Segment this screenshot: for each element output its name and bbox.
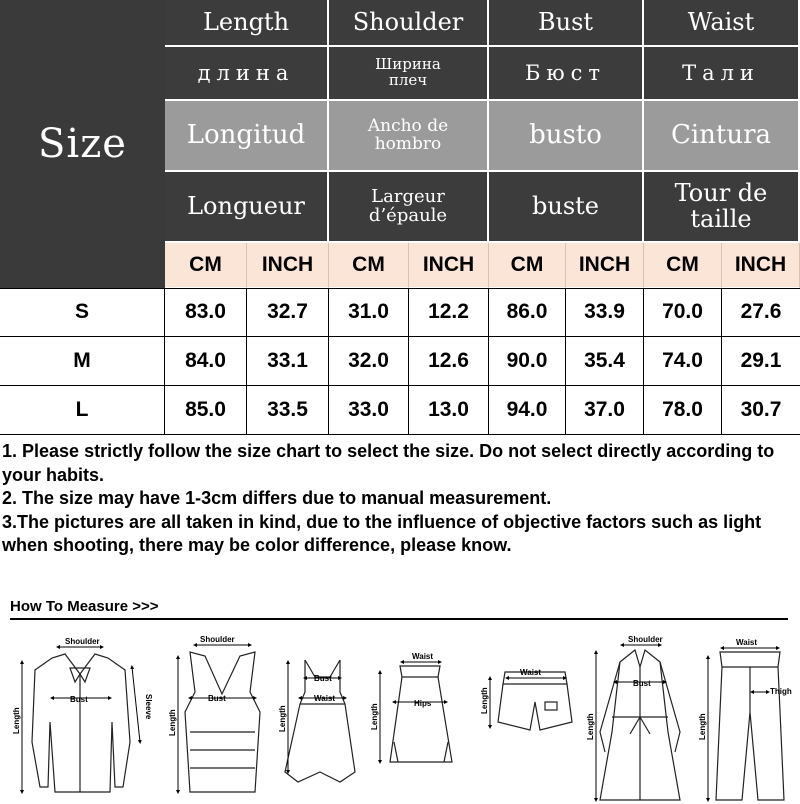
header-cell: Longueur: [165, 172, 329, 243]
shoulder-label-6: Shoulder: [628, 635, 663, 644]
size-row-label: S: [0, 288, 165, 337]
sleeve-label: Sleeve: [144, 694, 153, 720]
table-cell: 74.0: [644, 337, 722, 386]
header-cell: busto: [489, 101, 644, 172]
size-header: Size: [0, 0, 165, 288]
note-2: 2. The size may have 1-3cm differs due t…: [2, 488, 552, 508]
unit-cell: INCH: [722, 243, 800, 288]
length-label-7: Length: [698, 713, 707, 740]
table-cell: 29.1: [722, 337, 800, 386]
header-cell: Ancho de hombro: [329, 101, 489, 172]
size-row-label: M: [0, 337, 165, 386]
waist-label-4: Waist: [412, 652, 433, 661]
header-cell: Tour de taille: [644, 172, 800, 243]
header-cell: Shoulder: [329, 0, 489, 47]
arrows-icon: >>>: [132, 598, 159, 615]
notes: 1. Please strictly follow the size chart…: [2, 440, 792, 558]
header-cell: buste: [489, 172, 644, 243]
table-cell: 12.2: [409, 288, 489, 337]
waist-label-7: Waist: [736, 638, 757, 647]
shorts-icon: [497, 671, 573, 731]
header-cell: Largeur d’épaule: [329, 172, 489, 243]
shoulder-label: Shoulder: [65, 637, 100, 646]
header-cell: Cintura: [644, 101, 800, 172]
unit-cell: CM: [644, 243, 722, 288]
waist-label-3: Waist: [314, 694, 335, 703]
header-cell: Тали: [644, 47, 800, 101]
header-cell: Length: [165, 0, 329, 47]
table-cell: 70.0: [644, 288, 722, 337]
header-cell: Longitud: [165, 101, 329, 172]
divider: [10, 618, 788, 620]
header-cell: Бюст: [489, 47, 644, 101]
unit-cell: CM: [329, 243, 409, 288]
blouse-icon: [31, 653, 131, 793]
length-label: Length: [12, 707, 21, 734]
hips-label: Hips: [414, 699, 432, 708]
table-cell: 90.0: [489, 337, 566, 386]
table-cell: 33.0: [329, 386, 409, 435]
length-label-2: Length: [168, 709, 177, 736]
jeans-icon: [715, 651, 785, 801]
length-label-5: Length: [480, 687, 489, 714]
shoulder-label-2: Shoulder: [200, 635, 235, 644]
tank-icon: [184, 651, 261, 793]
length-label-3: Length: [278, 705, 287, 732]
thigh-label: Thigh: [770, 687, 792, 696]
unit-cell: INCH: [566, 243, 644, 288]
bust-label-6: Bust: [633, 679, 651, 688]
table-cell: 35.4: [566, 337, 644, 386]
table-cell: 33.1: [247, 337, 329, 386]
table-cell: 32.7: [247, 288, 329, 337]
table-cell: 85.0: [165, 386, 247, 435]
coat-icon: [599, 648, 681, 801]
table-cell: 12.6: [409, 337, 489, 386]
size-row-label: L: [0, 386, 165, 435]
unit-cell: INCH: [409, 243, 489, 288]
unit-cell: CM: [165, 243, 247, 288]
table-cell: 83.0: [165, 288, 247, 337]
note-3: 3.The pictures are all taken in kind, du…: [2, 511, 762, 556]
length-label-4: Length: [370, 703, 379, 730]
how-to-measure-label: How To Measure: [10, 598, 129, 615]
skirt-icon: [389, 665, 453, 763]
bust-label-3: Bust: [314, 674, 332, 683]
table-cell: 78.0: [644, 386, 722, 435]
header-cell: Ширина плеч: [329, 47, 489, 101]
header-cell: длина: [165, 47, 329, 101]
bust-label-2: Bust: [208, 694, 226, 703]
table-cell: 13.0: [409, 386, 489, 435]
length-label-6: Length: [586, 713, 595, 740]
table-cell: 33.9: [566, 288, 644, 337]
table-cell: 27.6: [722, 288, 800, 337]
table-cell: 30.7: [722, 386, 800, 435]
waist-label-5: Waist: [520, 668, 541, 677]
table-cell: 94.0: [489, 386, 566, 435]
table-cell: 86.0: [489, 288, 566, 337]
bust-label: Bust: [70, 695, 88, 704]
table-cell: 31.0: [329, 288, 409, 337]
how-to-measure-title: How To Measure >>>: [10, 598, 159, 615]
table-top-border: [0, 288, 800, 289]
table-cell: 37.0: [566, 386, 644, 435]
table-cell: 33.5: [247, 386, 329, 435]
table-cell: 84.0: [165, 337, 247, 386]
note-1: 1. Please strictly follow the size chart…: [2, 441, 775, 485]
header-cell: Bust: [489, 0, 644, 47]
measure-diagrams: Shoulder Bust Sleeve Length Shoulder Bus…: [12, 635, 792, 802]
unit-cell: CM: [489, 243, 566, 288]
table-cell: 32.0: [329, 337, 409, 386]
header-cell: Waist: [644, 0, 800, 47]
unit-cell: INCH: [247, 243, 329, 288]
